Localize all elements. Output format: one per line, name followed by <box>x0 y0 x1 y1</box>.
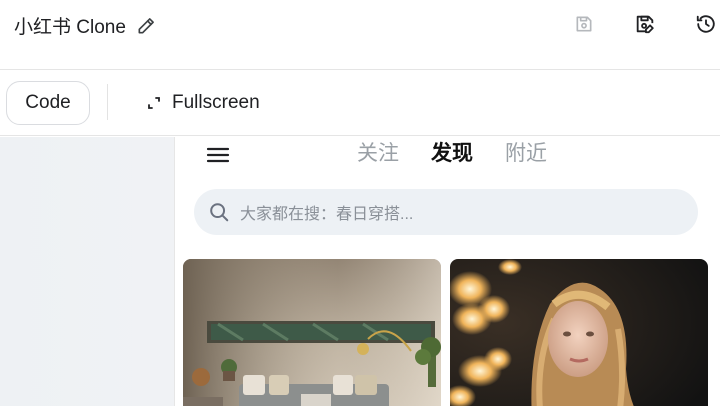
pencil-icon[interactable] <box>136 16 156 36</box>
history-icon[interactable] <box>692 10 720 38</box>
feed-tabs: 关注 发现 附近 <box>355 137 549 167</box>
app-title-group: 小红书 Clone <box>14 12 156 39</box>
fullscreen-icon <box>146 95 162 111</box>
search-input[interactable]: 大家都在搜：春日穿搭... <box>194 189 698 235</box>
app-preview: 关注 发现 附近 大家都在搜：春日穿搭... <box>175 137 720 406</box>
portrait-woman-curly-hair-photo <box>450 259 708 406</box>
code-button[interactable]: Code <box>6 81 90 125</box>
tab-nearby[interactable]: 附近 <box>503 137 549 167</box>
preview-toolbar: Code Fullscreen <box>0 70 720 136</box>
toolbar-divider <box>107 84 108 120</box>
fullscreen-button[interactable]: Fullscreen <box>146 90 260 116</box>
save-edit-icon[interactable] <box>631 10 659 38</box>
living-room-photo <box>183 259 441 406</box>
search-placeholder: 大家都在搜：春日穿搭... <box>240 206 414 223</box>
save-disabled-icon[interactable] <box>570 10 598 38</box>
menu-icon[interactable] <box>206 143 230 167</box>
tab-discover[interactable]: 发现 <box>429 137 475 167</box>
code-button-label: Code <box>25 92 71 113</box>
search-icon <box>208 201 230 223</box>
feed-card-portrait[interactable] <box>450 259 708 406</box>
fullscreen-label: Fullscreen <box>172 92 260 113</box>
app-title: 小红书 Clone <box>14 17 126 38</box>
feed-card-living-room[interactable] <box>183 259 441 406</box>
top-bar: 小红书 Clone <box>0 0 720 70</box>
tab-following[interactable]: 关注 <box>355 137 401 167</box>
